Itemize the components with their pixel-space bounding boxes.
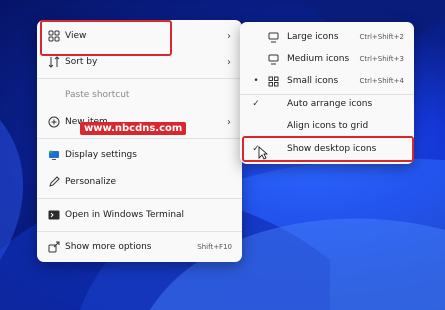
submenu-item-align-to-grid[interactable]: Align icons to grid (244, 114, 410, 138)
menu-item-paste-shortcut[interactable]: Paste shortcut (41, 83, 238, 107)
menu-separator (37, 231, 242, 232)
submenu-item-label: Auto arrange icons (287, 99, 373, 109)
submenu-item-label: Small icons (287, 76, 339, 86)
submenu-item-small-icons[interactable]: • Small icons Ctrl+Shift+4 (244, 69, 410, 93)
highlight-box-view (40, 20, 172, 56)
submenu-item-auto-arrange[interactable]: ✓ Auto arrange icons (244, 92, 410, 116)
monitor-icon (266, 52, 280, 66)
submenu-item-label: Align icons to grid (287, 121, 369, 131)
submenu-item-large-icons[interactable]: Large icons Ctrl+Shift+2 (244, 25, 410, 49)
menu-item-personalize[interactable]: Personalize (41, 170, 238, 194)
submenu-item-label: Large icons (287, 32, 339, 42)
menu-item-shortcut: Shift+F10 (197, 243, 232, 251)
menu-item-display-settings[interactable]: Display settings (41, 143, 238, 167)
menu-item-label: Display settings (65, 150, 137, 160)
desktop-context-menu: View › Sort by › Paste shortcut New item… (37, 20, 242, 262)
menu-separator (37, 78, 242, 79)
submenu-item-shortcut: Ctrl+Shift+3 (359, 55, 404, 63)
menu-item-label: Open in Windows Terminal (65, 210, 185, 220)
menu-item-label: Show more options (65, 242, 152, 252)
menu-item-label: Sort by (65, 57, 98, 67)
display-icon (47, 148, 61, 162)
menu-separator (37, 138, 242, 139)
submenu-item-shortcut: Ctrl+Shift+2 (359, 33, 404, 41)
menu-item-label: Paste shortcut (65, 90, 130, 100)
terminal-icon (47, 208, 61, 222)
mouse-cursor-icon (258, 146, 268, 160)
menu-item-show-more-options[interactable]: Show more options Shift+F10 (41, 235, 238, 259)
grid-small-icon (266, 74, 280, 88)
menu-item-label: Personalize (65, 177, 117, 187)
watermark-text: www.nbcdns.com (80, 122, 187, 135)
chevron-right-icon: › (227, 30, 231, 42)
radio-dot-icon: • (253, 76, 259, 86)
menu-separator (37, 198, 242, 199)
menu-item-open-in-terminal[interactable]: Open in Windows Terminal (41, 203, 238, 227)
submenu-item-shortcut: Ctrl+Shift+4 (359, 77, 404, 85)
chevron-right-icon: › (227, 56, 231, 68)
pen-icon (47, 175, 61, 189)
checkmark-icon: ✓ (252, 99, 260, 109)
submenu-item-medium-icons[interactable]: Medium icons Ctrl+Shift+3 (244, 47, 410, 71)
sort-icon (47, 55, 61, 69)
monitor-icon (266, 30, 280, 44)
add-circle-icon (47, 115, 61, 129)
submenu-item-label: Medium icons (287, 54, 350, 64)
share-icon (47, 240, 61, 254)
chevron-right-icon: › (227, 116, 231, 128)
